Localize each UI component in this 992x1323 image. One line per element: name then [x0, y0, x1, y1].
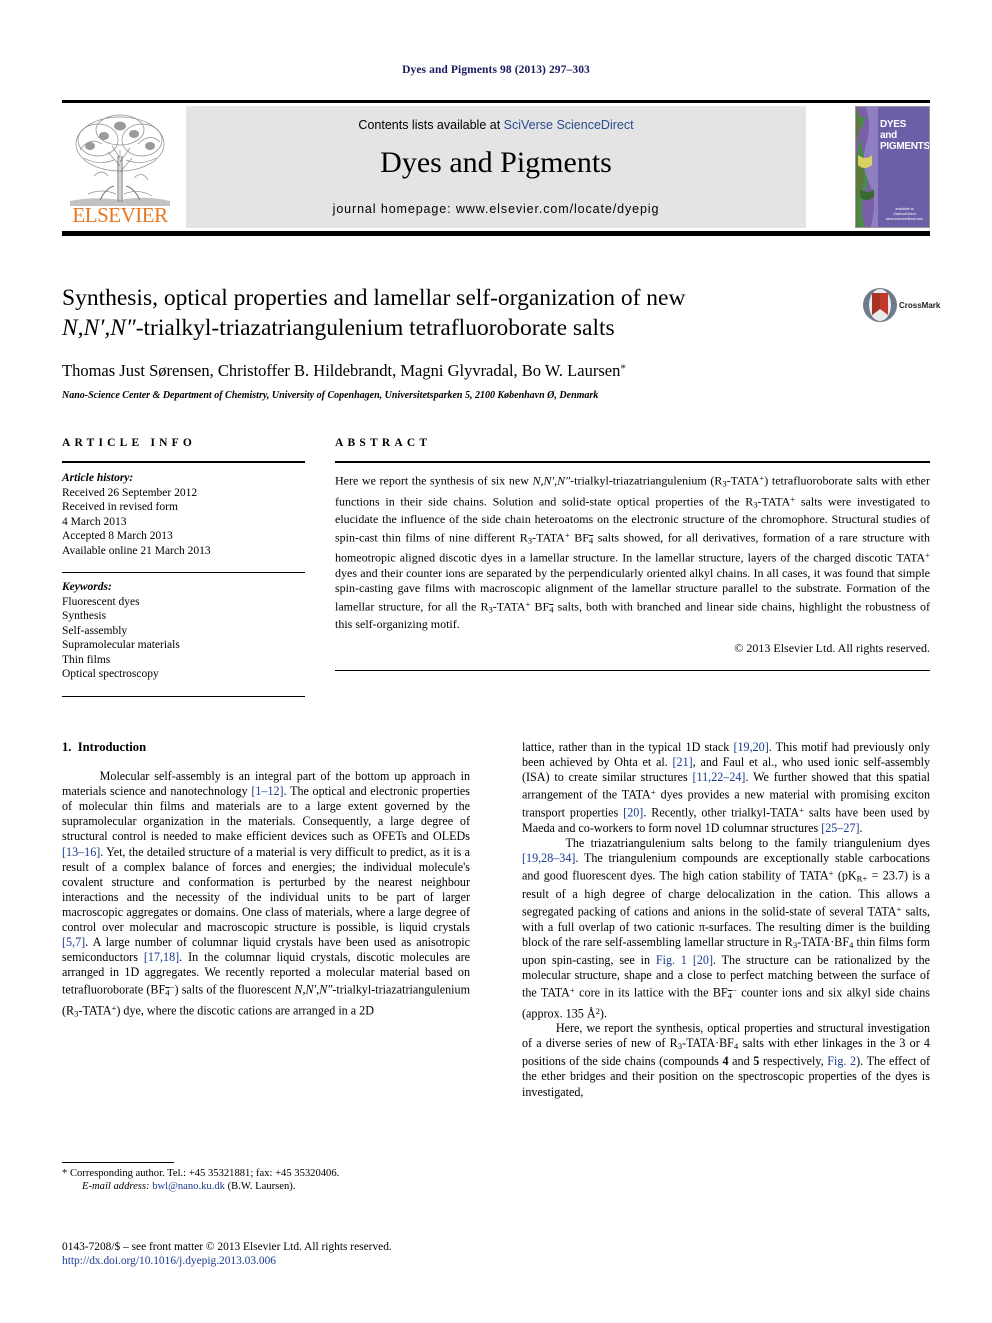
author-list: Thomas Just Sørensen, Christoffer B. Hil…: [62, 361, 852, 381]
paragraph: Here, we report the synthesis, optical p…: [522, 1021, 931, 1099]
email-address-link[interactable]: bwl@nano.ku.dk: [152, 1181, 225, 1192]
paragraph: lattice, rather than in the typical 1D s…: [522, 740, 931, 835]
contents-prefix: Contents lists available at: [358, 118, 504, 132]
cover-title-line-1: DYES: [880, 119, 907, 130]
keywords-rule: [62, 572, 305, 573]
abs-frag: BF: [534, 599, 550, 614]
footnote-corresponding-line: * Corresponding author. Tel.: +45 353218…: [62, 1167, 470, 1180]
abs-sup: +: [925, 550, 930, 561]
article-info-bottom-rule: [62, 695, 305, 697]
authors-text: Thomas Just Sørensen, Christoffer B. Hil…: [62, 361, 621, 380]
abstract-copyright: © 2013 Elsevier Ltd. All rights reserved…: [734, 640, 930, 655]
cover-title-text: DYES and PIGMENTS: [880, 119, 930, 152]
keyword-item: Fluorescent dyes: [62, 595, 140, 608]
section-heading-introduction: 1. Introduction: [62, 740, 470, 755]
page-title: Synthesis, optical properties and lamell…: [62, 283, 852, 343]
elsevier-wordmark: ELSEVIER: [72, 203, 168, 227]
page-footer: 0143-7208/$ – see front matter © 2013 El…: [62, 1240, 562, 1268]
paper-title-line-2-italic: N,N′,N″: [62, 315, 136, 341]
journal-title: Dyes and Pigments: [380, 146, 612, 179]
article-info-rule: [62, 461, 305, 463]
doi-link[interactable]: http://dx.doi.org/10.1016/j.dyepig.2013.…: [62, 1254, 562, 1268]
masthead-top-rule: [62, 100, 930, 103]
journal-masthead: ELSEVIER Contents lists available at Sci…: [62, 100, 930, 236]
title-block: Synthesis, optical properties and lamell…: [62, 283, 852, 401]
footnote-corresponding-text: Corresponding author. Tel.: +45 35321881…: [67, 1168, 340, 1179]
masthead-bottom-rule: [62, 231, 930, 236]
journal-cover-thumbnail: DYES and PIGMENTS available at ScienceDir…: [855, 106, 930, 228]
abstract-column: ABSTRACT Here we report the synthesis of…: [335, 437, 930, 679]
affiliation: Nano-Science Center & Department of Chem…: [62, 390, 599, 401]
cover-marble-pattern-icon: [856, 107, 878, 227]
paper-title-line-1: Synthesis, optical properties and lamell…: [62, 285, 686, 311]
elsevier-logo: ELSEVIER: [64, 106, 176, 228]
article-history-item: Received 26 September 2012: [62, 486, 198, 499]
abs-sup: +: [564, 529, 570, 540]
sciencedirect-link[interactable]: SciVerse ScienceDirect: [504, 118, 634, 132]
issn-copyright-line: 0143-7208/$ – see front matter © 2013 El…: [62, 1241, 392, 1253]
section-number: 1.: [62, 740, 72, 754]
abs-frag-italic: N,N′,N″: [532, 473, 571, 488]
paper-page: Dyes and Pigments 98 (2013) 297–303 ELSE…: [0, 0, 992, 1323]
elsevier-tree-icon: [70, 114, 170, 206]
abs-frag: Here we report the synthesis of six new: [335, 473, 533, 488]
article-info-column: ARTICLE INFO Article history: Received 2…: [62, 437, 305, 704]
email-address-label: E-mail address:: [82, 1181, 150, 1193]
paper-title-line-2-rest: -trialkyl-triazatriangulenium tetrafluor…: [135, 315, 615, 341]
masthead-center-panel: Contents lists available at SciVerse Sci…: [186, 106, 806, 228]
corresponding-author-marker: *: [620, 362, 626, 375]
abstract-text: Here we report the synthesis of six new …: [335, 471, 930, 633]
crossmark-label: CrossMark: [899, 301, 941, 310]
contents-available-line: Contents lists available at SciVerse Sci…: [186, 118, 806, 132]
abs-frag: -TATA: [492, 599, 526, 614]
article-history-item: Received in revised form: [62, 501, 178, 513]
abs-frag: -TATA: [757, 494, 791, 509]
section-title: Introduction: [77, 740, 147, 754]
journal-homepage-line[interactable]: journal homepage: www.elsevier.com/locat…: [186, 202, 806, 216]
keyword-item: Thin films: [62, 653, 111, 666]
abs-frag: BF: [574, 530, 589, 545]
abs-frag: -trialkyl-triazatriangulenium (R: [570, 473, 723, 488]
crossmark-icon: [863, 288, 897, 322]
abstract-rule: [335, 461, 930, 463]
cover-title-line-3: PIGMENTS: [880, 141, 930, 152]
running-head: Dyes and Pigments 98 (2013) 297–303: [402, 64, 590, 76]
abs-sup: +: [525, 598, 531, 609]
body-column-right: lattice, rather than in the typical 1D s…: [522, 740, 930, 1100]
keyword-item: Optical spectroscopy: [62, 668, 159, 680]
body-region: 1. Introduction Molecular self-assembly …: [62, 740, 930, 1170]
keywords-label: Keywords:: [62, 581, 112, 593]
abs-frag: -TATA: [726, 473, 760, 488]
abstract-heading: ABSTRACT: [335, 437, 432, 449]
footnote-email-line: E-mail address: bwl@nano.ku.dk (B.W. Lau…: [62, 1180, 470, 1193]
cover-footer-text: available at ScienceDirect www.sciencedire…: [885, 207, 924, 221]
keyword-item: Self-assembly: [62, 624, 128, 637]
article-history-item: Available online 21 March 2013: [62, 544, 211, 557]
cover-title-line-2: and: [880, 130, 897, 141]
body-column-left: 1. Introduction Molecular self-assembly …: [62, 740, 470, 1022]
email-suffix: (B.W. Laursen).: [224, 1181, 296, 1193]
article-history-label: Article history:: [62, 472, 134, 484]
footnote-rule: [62, 1162, 174, 1163]
article-info-heading: ARTICLE INFO: [62, 437, 197, 449]
article-history-item: 4 March 2013: [62, 515, 127, 528]
abstract-bottom-rule: [335, 669, 930, 671]
article-history-item: Accepted 8 March 2013: [62, 530, 173, 542]
paragraph: Molecular self-assembly is an integral p…: [62, 769, 470, 1019]
abs-frag: -TATA: [532, 530, 565, 545]
keyword-item: Supramolecular materials: [62, 639, 180, 651]
crossmark-badge[interactable]: CrossMark: [862, 287, 940, 331]
corresponding-author-footnote: * Corresponding author. Tel.: +45 353218…: [62, 1162, 470, 1194]
paragraph: The triazatriangulenium salts belong to …: [522, 835, 930, 1021]
keyword-item: Synthesis: [62, 610, 107, 622]
